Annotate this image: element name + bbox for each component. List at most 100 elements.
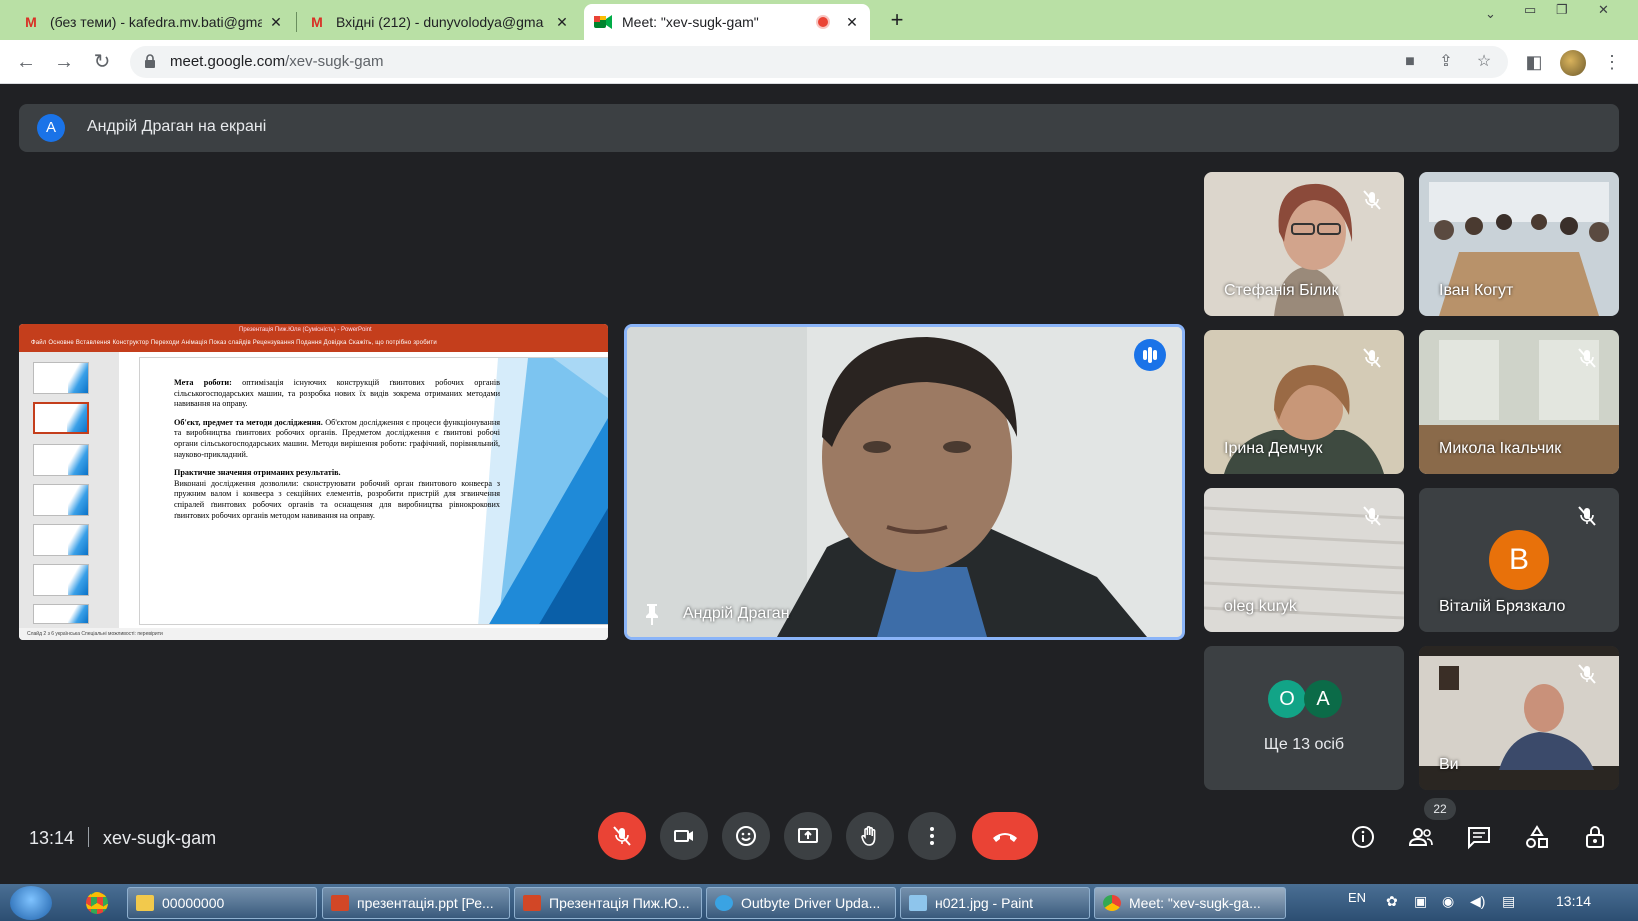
minimize-icon[interactable]: ▭ [1524,2,1536,22]
taskbar-clock[interactable]: 13:14 [1556,893,1591,909]
slide-thumb [33,524,89,556]
taskbar-button-paint[interactable]: н021.jpg - Paint [900,887,1090,919]
participant-tile[interactable]: Ірина Демчук [1204,330,1404,474]
profile-avatar[interactable] [1560,50,1586,76]
tab-gmail-2[interactable]: M Вхідні (212) - dunyvolodya@gma ✕ [298,4,580,40]
close-tab-icon[interactable]: ✕ [554,14,570,31]
reactions-button[interactable] [722,812,770,860]
mic-off-icon [1363,348,1381,368]
taskbar-label: 00000000 [162,895,225,911]
present-now-button[interactable] [784,812,832,860]
speaker-tile[interactable]: Андрій Драган [624,324,1185,640]
address-bar[interactable]: meet.google.com/xev-sugk-gam ■ ⇪ ☆ [130,46,1508,78]
bookmark-star-icon[interactable]: ☆ [1474,52,1494,72]
taskbar-button-ppt-2[interactable]: Презентація Пиж.Ю... [514,887,702,919]
browser-toolbar: ← → ↻ meet.google.com/xev-sugk-gam ■ ⇪ ☆… [0,40,1638,84]
close-tab-icon[interactable]: ✕ [844,14,860,31]
participant-tile[interactable]: В Віталій Брязкало [1419,488,1619,632]
slide-thumb-selected [33,402,89,434]
close-tab-icon[interactable]: ✕ [268,14,284,31]
participant-tile[interactable]: oleg kuryk [1204,488,1404,632]
taskbar-button-ppt-1[interactable]: презентація.ppt [Ре... [322,887,510,919]
participant-name: Віталій Брязкало [1439,598,1566,615]
network-icon[interactable]: ▣ [1414,893,1427,910]
meeting-details: 13:14 xev-sugk-gam [29,827,216,849]
chat-icon[interactable] [1466,824,1492,850]
people-icon[interactable] [1408,824,1434,850]
mic-off-icon [1363,190,1381,210]
back-icon[interactable]: ← [12,48,40,76]
mic-off-icon [1578,506,1596,526]
language-indicator[interactable]: EN [1348,890,1366,905]
participant-name: Іван Когут [1439,282,1514,299]
slide-practical-text: Виконані дослідження дозволили: сконстру… [174,478,500,520]
tray-monitor-icon[interactable]: ▤ [1502,893,1515,910]
pin-icon[interactable] [643,603,661,625]
taskbar-label: Презентація Пиж.Ю... [549,895,690,911]
slide-thumb [33,604,89,624]
gmail-icon: M [25,14,37,30]
host-controls-icon[interactable] [1582,824,1608,850]
close-window-icon[interactable]: ✕ [1598,2,1609,22]
presentation-tile[interactable]: Презентація Пиж.Юля (Сумісність) - Power… [19,324,608,640]
tab-meet[interactable]: Meet: "xev-sugk-gam" ✕ [584,4,870,40]
folder-icon [136,895,154,911]
taskbar-button-folder[interactable]: 00000000 [127,887,317,919]
slide-practical-title: Практичне значення отриманих результатів… [174,468,341,478]
participant-name: Стефанія Білик [1224,282,1339,299]
mic-off-icon [1578,664,1596,684]
meeting-info-icon[interactable] [1350,824,1376,850]
volume-icon[interactable]: ◀) [1470,893,1485,910]
current-slide: Мета роботи: оптимізація існуючих констр… [139,357,608,625]
chrome-pinned-icon[interactable] [86,892,108,914]
slide-thumb [33,444,89,476]
more-options-button[interactable] [908,812,956,860]
participant-tile[interactable]: Стефанія Білик [1204,172,1404,316]
slide-thumb [33,362,89,394]
camera-toggle-button[interactable] [660,812,708,860]
more-participants-tile[interactable]: О А Ще 13 осіб [1204,646,1404,790]
tab-search-icon[interactable]: ⌄ [1485,6,1496,26]
forward-icon[interactable]: → [50,48,78,76]
outbyte-icon [715,895,733,911]
tab-divider [296,12,297,32]
leave-call-button[interactable] [972,812,1038,860]
mic-off-icon [1578,348,1596,368]
activities-icon[interactable] [1524,824,1550,850]
taskbar-button-chrome[interactable]: Meet: "xev-sugk-ga... [1094,887,1286,919]
powerpoint-icon [523,895,541,911]
tab-strip: M (без теми) - kafedra.mv.bati@gma ✕ M В… [0,0,1638,40]
slide-text: Мета роботи: оптимізація існуючих констр… [174,378,500,529]
tray-shield-icon[interactable]: ◉ [1442,893,1454,910]
start-button[interactable] [10,886,52,920]
participant-tile[interactable]: Микола Ікальчик [1419,330,1619,474]
tray-app-icon[interactable]: ✿ [1386,893,1398,910]
more-vert-icon [930,827,934,845]
mic-toggle-button[interactable] [598,812,646,860]
new-tab-button[interactable]: + [884,8,910,34]
reload-icon[interactable]: ↻ [88,48,116,76]
restore-icon[interactable]: ❐ [1556,2,1568,22]
url-path: /xev-sugk-gam [285,53,384,70]
speaker-name: Андрій Драган [683,605,790,622]
tab-gmail-1[interactable]: M (без теми) - kafedra.mv.bati@gma ✕ [12,4,294,40]
taskbar-button-outbyte[interactable]: Outbyte Driver Upda... [706,887,896,919]
paint-icon [909,895,927,911]
side-panel-icon[interactable]: ◧ [1522,50,1546,74]
camera-icon [674,830,693,842]
taskbar-label: Outbyte Driver Upda... [741,895,881,911]
camera-blocked-icon[interactable]: ■ [1400,52,1420,72]
participant-tile[interactable]: Іван Когут [1419,172,1619,316]
powerpoint-status-bar: Слайд 2 з 6 українська Спеціальні можлив… [19,628,608,640]
self-tile[interactable]: Ви [1419,646,1619,790]
presenter-avatar: А [37,114,65,142]
recording-icon [816,15,830,29]
meeting-code: xev-sugk-gam [103,828,217,848]
meeting-time: 13:14 [29,828,75,848]
share-icon[interactable]: ⇪ [1436,52,1456,72]
speaking-indicator-icon [1134,339,1166,371]
raise-hand-button[interactable] [846,812,894,860]
slide-goal-title: Мета роботи: [174,378,232,387]
chrome-menu-icon[interactable]: ⋮ [1600,50,1624,74]
presenting-banner: А Андрій Драган на екрані [19,104,1619,152]
